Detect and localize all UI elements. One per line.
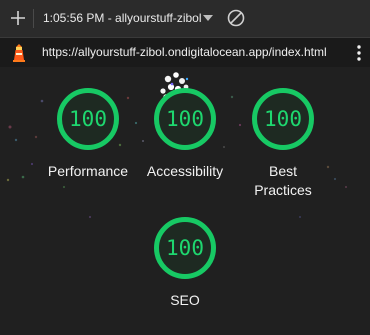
score-ring: 100: [57, 88, 119, 150]
gauge-performance[interactable]: 100 Performance: [38, 88, 138, 181]
block-icon[interactable]: [227, 9, 245, 27]
gauge-label: SEO: [170, 292, 200, 308]
lighthouse-icon: [13, 44, 25, 62]
score-value: 100: [264, 107, 302, 131]
score-ring: 100: [154, 217, 216, 279]
gauge-label: Accessibility: [146, 163, 224, 179]
address-bar[interactable]: https://allyourstuff-zibol.ondigitalocea…: [0, 37, 370, 67]
plus-icon[interactable]: [8, 8, 28, 28]
score-value: 100: [166, 236, 204, 260]
url-text[interactable]: https://allyourstuff-zibol.ondigitalocea…: [42, 45, 327, 59]
chevron-down-icon[interactable]: [202, 13, 214, 23]
gauge-label: Performance: [47, 163, 129, 179]
gauge-best-practices[interactable]: 100 Best Practices: [233, 88, 333, 200]
tab-bar: 1:05:56 PM - allyourstuff-zibol: [0, 0, 370, 37]
gauge-accessibility[interactable]: 100 Accessibility: [135, 88, 235, 181]
score-ring: 100: [154, 88, 216, 150]
more-vertical-icon[interactable]: [356, 44, 362, 62]
gauge-seo[interactable]: 100 SEO: [135, 217, 235, 310]
browser-window: 1:05:56 PM - allyourstuff-zibol https://…: [0, 0, 370, 335]
tab-title[interactable]: 1:05:56 PM - allyourstuff-zibol: [43, 11, 201, 25]
tab-divider: [33, 9, 34, 28]
score-ring: 100: [252, 88, 314, 150]
report-content: 100 Performance 100 Accessibility 100 Be…: [0, 67, 370, 335]
score-value: 100: [69, 107, 107, 131]
score-value: 100: [166, 107, 204, 131]
gauge-label: Best Practices: [254, 163, 312, 198]
